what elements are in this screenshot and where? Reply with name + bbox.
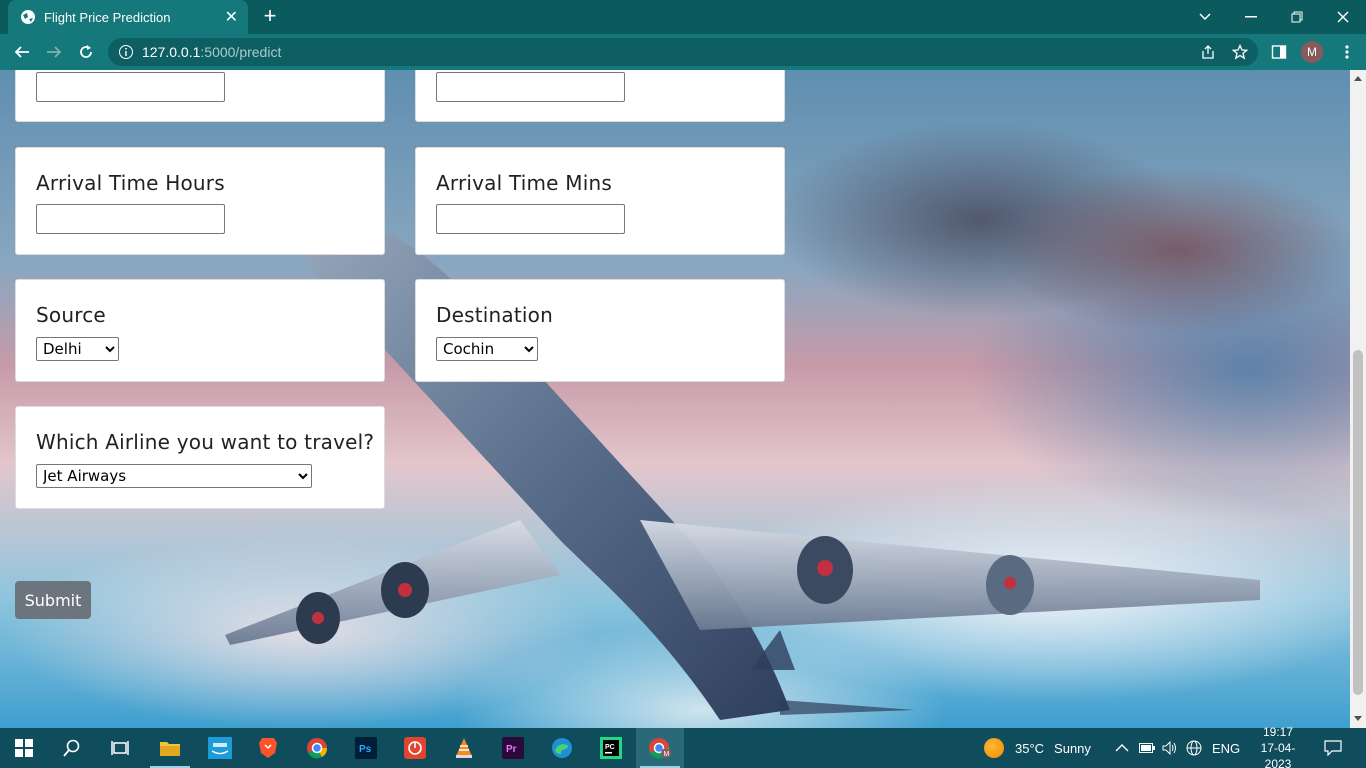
url-path: :5000/predict	[200, 44, 282, 60]
card-previous-right	[415, 70, 785, 122]
browser-toolbar: 127.0.0.1:5000/predict M	[0, 34, 1366, 70]
task-view-icon[interactable]	[96, 728, 144, 768]
svg-text:PC: PC	[605, 744, 615, 751]
app-red-power-icon[interactable]	[391, 728, 439, 768]
reload-icon[interactable]	[74, 40, 98, 64]
globe-icon	[21, 10, 35, 24]
windows-start-icon[interactable]	[0, 728, 48, 768]
airline-label: Which Airline you want to travel?	[36, 430, 375, 454]
address-bar[interactable]: 127.0.0.1:5000/predict	[108, 38, 1258, 66]
file-explorer-icon[interactable]	[146, 728, 194, 768]
info-icon[interactable]	[118, 44, 134, 60]
svg-text:Ps: Ps	[359, 744, 372, 755]
sun-icon	[984, 738, 1004, 758]
previous-right-input[interactable]	[436, 72, 625, 102]
card-arrival-hours: Arrival Time Hours	[15, 147, 385, 255]
notifications-icon[interactable]	[1324, 728, 1342, 768]
brave-browser-icon[interactable]	[244, 728, 292, 768]
browser-tab-active[interactable]: Flight Price Prediction ✕	[8, 0, 248, 34]
arrival-hours-input[interactable]	[36, 204, 225, 234]
destination-select[interactable]: Cochin	[436, 337, 538, 361]
svg-text:M: M	[664, 751, 670, 758]
weather-temp: 35°C	[1015, 740, 1045, 756]
tab-title: Flight Price Prediction	[44, 9, 171, 25]
page-viewport: Arrival Time Hours Arrival Time Mins Sou…	[0, 70, 1350, 728]
weather-widget[interactable]: 35°C Sunny	[984, 728, 1091, 768]
show-hidden-icons-icon[interactable]	[1115, 728, 1129, 768]
chrome-profile-icon[interactable]: M	[636, 728, 684, 768]
photoshop-icon[interactable]: Ps	[342, 728, 390, 768]
card-previous-left	[15, 70, 385, 122]
chrome-icon[interactable]	[293, 728, 341, 768]
submit-button[interactable]: Submit	[15, 581, 91, 619]
restore-button[interactable]	[1274, 0, 1320, 34]
vlc-icon[interactable]	[440, 728, 488, 768]
airline-select[interactable]: Jet Airways	[36, 464, 312, 488]
card-airline: Which Airline you want to travel? Jet Ai…	[15, 406, 385, 509]
browser-titlebar: Flight Price Prediction ✕ +	[0, 0, 1366, 34]
tab-search-icon[interactable]	[1182, 0, 1228, 34]
source-select[interactable]: Delhi	[36, 337, 119, 361]
network-globe-icon[interactable]	[1186, 728, 1202, 768]
profile-avatar[interactable]: M	[1301, 41, 1323, 63]
previous-left-input[interactable]	[36, 72, 225, 102]
card-arrival-mins: Arrival Time Mins	[415, 147, 785, 255]
source-label: Source	[36, 303, 106, 327]
scrollbar-thumb[interactable]	[1353, 350, 1363, 695]
search-icon[interactable]	[48, 728, 96, 768]
menu-dots-icon[interactable]	[1337, 42, 1357, 62]
premiere-pro-icon[interactable]: Pr	[489, 728, 537, 768]
weather-text: Sunny	[1054, 740, 1091, 756]
card-source: Source Delhi	[15, 279, 385, 382]
volume-icon[interactable]	[1162, 728, 1178, 768]
pycharm-icon[interactable]: PC	[587, 728, 635, 768]
card-destination: Destination Cochin	[415, 279, 785, 382]
tab-close-icon[interactable]: ✕	[225, 7, 238, 27]
url-host: 127.0.0.1	[142, 44, 201, 60]
side-panel-icon[interactable]	[1269, 42, 1289, 62]
minimize-button[interactable]	[1228, 0, 1274, 34]
arrival-mins-input[interactable]	[436, 204, 625, 234]
arrival-hours-label: Arrival Time Hours	[36, 171, 225, 195]
page-scrollbar[interactable]	[1350, 70, 1366, 728]
clock-time: 19:17	[1262, 725, 1294, 739]
forward-icon[interactable]	[42, 40, 66, 64]
language-indicator[interactable]: ENG	[1212, 728, 1240, 768]
scroll-down-arrow-icon[interactable]	[1354, 716, 1362, 721]
battery-icon[interactable]	[1139, 728, 1155, 768]
share-icon[interactable]	[1198, 42, 1218, 62]
destination-label: Destination	[436, 303, 553, 327]
clock[interactable]: 19:17 17-04-2023	[1248, 725, 1308, 768]
windows-taskbar: Ps Pr PC M 35°C Sunny ENG 19:17 17-04-20…	[0, 725, 1366, 768]
arrival-mins-label: Arrival Time Mins	[436, 171, 612, 195]
bookmark-star-icon[interactable]	[1230, 42, 1250, 62]
close-window-button[interactable]	[1320, 0, 1366, 34]
back-icon[interactable]	[10, 40, 34, 64]
prime-video-icon[interactable]	[196, 728, 244, 768]
clock-date: 17-04-2023	[1260, 741, 1296, 768]
edge-icon[interactable]	[538, 728, 586, 768]
scroll-up-arrow-icon[interactable]	[1354, 76, 1362, 81]
new-tab-button[interactable]: +	[258, 5, 282, 29]
svg-text:Pr: Pr	[506, 744, 517, 755]
